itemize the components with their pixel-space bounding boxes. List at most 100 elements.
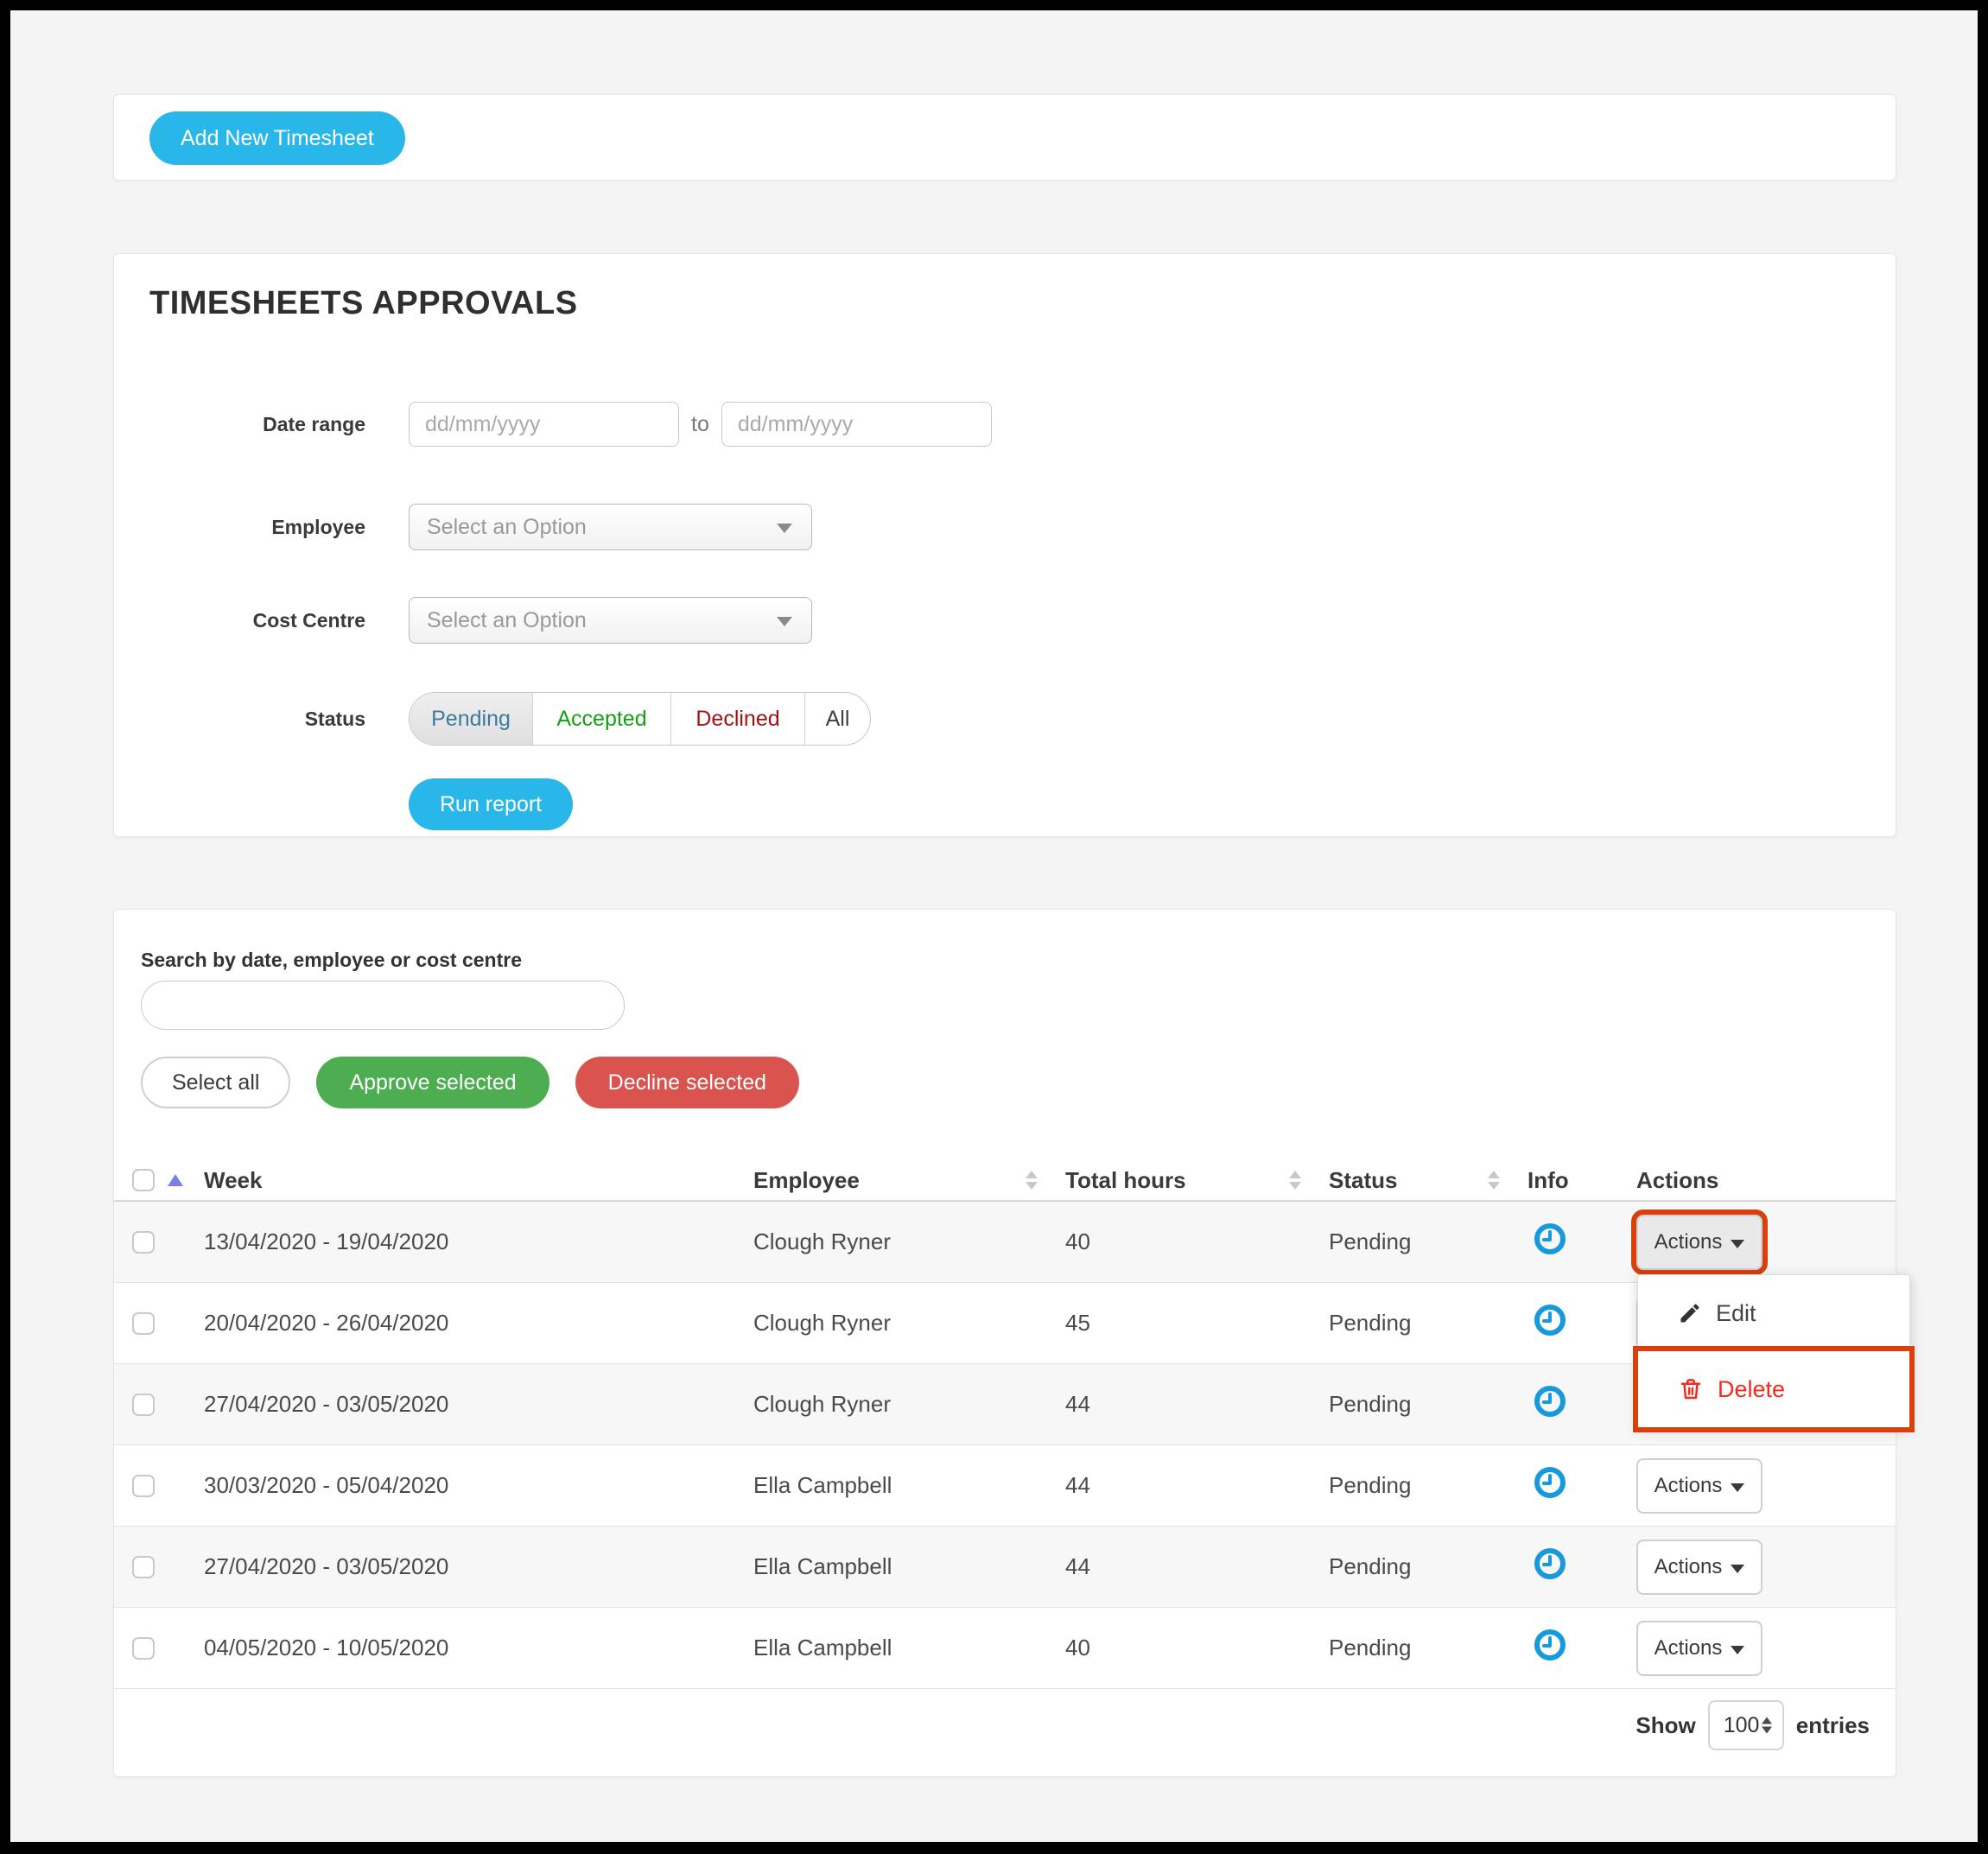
column-header-employee[interactable]: Employee — [736, 1167, 1048, 1194]
info-cell — [1510, 1546, 1619, 1587]
column-header-total-hours[interactable]: Total hours — [1048, 1167, 1312, 1194]
date-from-input[interactable] — [409, 402, 679, 447]
spinner-up-down-icon — [1762, 1717, 1772, 1734]
column-header-info: Info — [1510, 1167, 1619, 1194]
toolbar-card: Add New Timesheet — [113, 94, 1896, 181]
row-checkbox[interactable] — [132, 1556, 155, 1578]
status-cell: Pending — [1312, 1310, 1510, 1337]
search-input[interactable] — [141, 981, 625, 1030]
total-hours-cell: 45 — [1048, 1310, 1312, 1337]
chevron-down-icon — [1731, 1646, 1744, 1654]
clock-info-icon[interactable] — [1533, 1628, 1567, 1662]
column-header-status[interactable]: Status — [1312, 1167, 1510, 1194]
clock-info-icon[interactable] — [1533, 1465, 1567, 1500]
actions-dropdown-menu: Edit — [1637, 1274, 1910, 1428]
actions-dropdown-button[interactable]: Actions — [1636, 1540, 1763, 1595]
sort-both-icon[interactable] — [1488, 1171, 1500, 1190]
clock-info-icon[interactable] — [1533, 1303, 1567, 1337]
clock-info-icon[interactable] — [1533, 1222, 1567, 1256]
decline-selected-button[interactable]: Decline selected — [575, 1057, 799, 1108]
info-cell — [1510, 1384, 1619, 1425]
info-cell — [1510, 1222, 1619, 1262]
status-option-declined[interactable]: Declined — [670, 693, 804, 745]
total-hours-cell: 44 — [1048, 1553, 1312, 1580]
cost-centre-select-value: Select an Option — [427, 608, 587, 633]
actions-dropdown-button[interactable]: Actions — [1636, 1458, 1763, 1514]
select-all-button[interactable]: Select all — [141, 1057, 290, 1108]
delete-menu-item[interactable]: Delete — [1638, 1351, 1909, 1427]
edit-menu-item[interactable]: Edit — [1638, 1275, 1909, 1351]
employee-cell: Ella Campbell — [736, 1635, 1048, 1661]
actions-cell: Actions — [1619, 1445, 1896, 1526]
column-header-actions: Actions — [1619, 1167, 1896, 1194]
row-checkbox[interactable] — [132, 1394, 155, 1416]
week-cell: 20/04/2020 - 26/04/2020 — [187, 1310, 736, 1337]
table-row: 27/04/2020 - 03/05/2020 Ella Campbell 44… — [114, 1527, 1896, 1608]
status-option-all[interactable]: All — [804, 693, 870, 745]
row-checkbox[interactable] — [132, 1231, 155, 1254]
add-new-timesheet-button[interactable]: Add New Timesheet — [149, 111, 405, 165]
status-label: Status — [149, 708, 365, 731]
employee-cell: Clough Ryner — [736, 1229, 1048, 1255]
row-checkbox[interactable] — [132, 1475, 155, 1497]
pagination-row: Show 100 entries — [1635, 1700, 1870, 1750]
actions-dropdown-button[interactable]: Actions — [1636, 1621, 1763, 1676]
screenshot-viewport: Add New Timesheet TIMESHEETS APPROVALS D… — [0, 0, 1988, 1854]
week-cell: 27/04/2020 - 03/05/2020 — [187, 1553, 736, 1580]
page-title: TIMESHEETS APPROVALS — [149, 285, 578, 322]
chevron-down-icon — [1731, 1240, 1744, 1248]
row-checkbox[interactable] — [132, 1312, 155, 1335]
table-row: 13/04/2020 - 19/04/2020 Clough Ryner 40 … — [114, 1202, 1896, 1283]
run-report-button[interactable]: Run report — [409, 778, 573, 830]
table-row: 27/04/2020 - 03/05/2020 Clough Ryner 44 … — [114, 1364, 1896, 1445]
date-range-row: Date range to — [149, 402, 992, 447]
pencil-icon — [1678, 1301, 1702, 1325]
actions-dropdown-button[interactable]: Actions — [1636, 1215, 1763, 1270]
status-cell: Pending — [1312, 1229, 1510, 1255]
employee-cell: Ella Campbell — [736, 1553, 1048, 1580]
date-to-input[interactable] — [721, 402, 992, 447]
status-segmented-control: Pending Accepted Declined All — [409, 692, 871, 746]
date-range-label: Date range — [149, 413, 365, 436]
chevron-down-icon — [777, 617, 792, 626]
chevron-down-icon — [1731, 1565, 1744, 1573]
sort-ascending-icon[interactable] — [168, 1174, 183, 1186]
sort-both-icon[interactable] — [1026, 1171, 1038, 1190]
info-cell — [1510, 1303, 1619, 1343]
status-option-pending[interactable]: Pending — [410, 693, 532, 745]
header-checkbox-cell — [114, 1160, 187, 1200]
clock-info-icon[interactable] — [1533, 1384, 1567, 1419]
cost-centre-select[interactable]: Select an Option — [409, 597, 812, 644]
employee-label: Employee — [149, 516, 365, 539]
approve-selected-button[interactable]: Approve selected — [316, 1057, 549, 1108]
actions-cell: Actions — [1619, 1527, 1896, 1607]
status-row: Status Pending Accepted Declined All — [149, 692, 871, 746]
show-label: Show — [1635, 1712, 1695, 1739]
table-row: 04/05/2020 - 10/05/2020 Ella Campbell 40… — [114, 1608, 1896, 1689]
week-cell: 27/04/2020 - 03/05/2020 — [187, 1391, 736, 1418]
trash-icon — [1678, 1376, 1704, 1402]
week-cell: 30/03/2020 - 05/04/2020 — [187, 1472, 736, 1499]
table-row: 30/03/2020 - 05/04/2020 Ella Campbell 44… — [114, 1445, 1896, 1527]
actions-cell: Actions Edit — [1619, 1202, 1896, 1282]
select-all-checkbox[interactable] — [132, 1169, 155, 1191]
total-hours-cell: 40 — [1048, 1635, 1312, 1661]
status-option-accepted[interactable]: Accepted — [532, 693, 670, 745]
row-checkbox[interactable] — [132, 1637, 155, 1660]
total-hours-cell: 40 — [1048, 1229, 1312, 1255]
search-label: Search by date, employee or cost centre — [141, 949, 522, 972]
cost-centre-label: Cost Centre — [149, 609, 365, 632]
week-cell: 13/04/2020 - 19/04/2020 — [187, 1229, 736, 1255]
actions-cell: Actions — [1619, 1608, 1896, 1688]
employee-row: Employee Select an Option — [149, 504, 812, 550]
results-card: Search by date, employee or cost centre … — [113, 909, 1896, 1777]
clock-info-icon[interactable] — [1533, 1546, 1567, 1581]
employee-select[interactable]: Select an Option — [409, 504, 812, 550]
week-cell: 04/05/2020 - 10/05/2020 — [187, 1635, 736, 1661]
cost-centre-row: Cost Centre Select an Option — [149, 597, 812, 644]
date-range-separator: to — [691, 412, 709, 437]
sort-both-icon[interactable] — [1289, 1171, 1301, 1190]
employee-select-value: Select an Option — [427, 515, 587, 540]
page-size-select[interactable]: 100 — [1708, 1700, 1784, 1750]
column-header-week[interactable]: Week — [187, 1167, 736, 1194]
